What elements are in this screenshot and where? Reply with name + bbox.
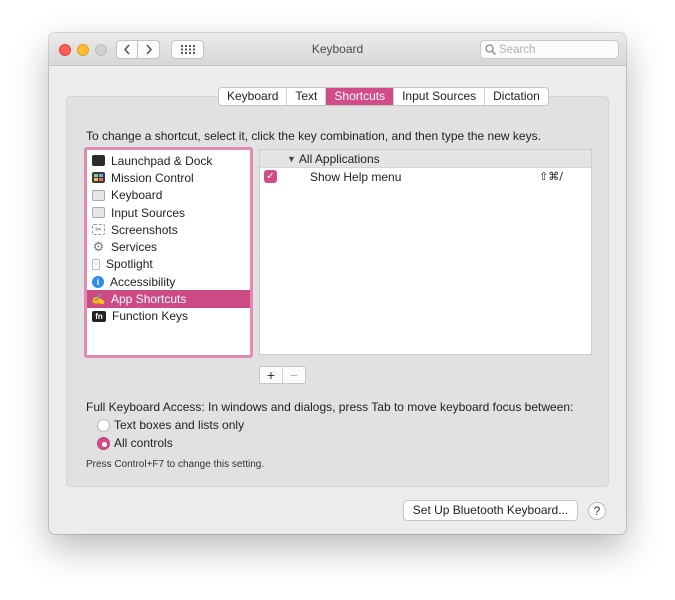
title-bar: Keyboard [49,33,626,66]
keyboard-preferences-window: Keyboard Keyboard Text [49,33,626,534]
category-spotlight[interactable]: ○ Spotlight [87,256,250,273]
shortcut-enabled-checkbox[interactable]: ✓ [264,170,277,183]
add-shortcut-button[interactable]: + [260,367,282,383]
search-icon [485,44,496,55]
category-keyboard[interactable]: Keyboard [87,187,250,204]
tab-input-sources[interactable]: Input Sources [394,88,486,105]
category-app-shortcuts[interactable]: ✍ App Shortcuts [87,290,250,308]
accessibility-icon: i [92,275,104,288]
mission-control-icon [92,172,105,184]
tab-keyboard[interactable]: Keyboard [219,88,288,105]
launchpad-dock-icon [92,155,105,167]
setup-bluetooth-keyboard-button[interactable]: Set Up Bluetooth Keyboard... [403,500,578,521]
category-label: Services [111,240,158,255]
category-label: Keyboard [111,188,163,203]
add-remove-control: + − [259,366,306,384]
tab-bar: Keyboard Text Shortcuts Input Sources Di… [218,87,549,106]
chevron-right-icon [145,44,152,55]
tab-dictation[interactable]: Dictation [485,88,548,105]
category-label: App Shortcuts [111,292,187,307]
radio-button[interactable] [97,418,110,432]
keyboard-icon [92,189,105,201]
shortcut-table[interactable]: ▼ All Applications ✓ Show Help menu ⇧⌘/ [259,149,592,355]
function-keys-icon: fn [92,310,106,322]
radio-text-boxes-lists[interactable]: Text boxes and lists only [97,418,244,432]
show-all-button[interactable] [171,40,204,59]
radio-button[interactable] [97,436,110,450]
radio-label: All controls [114,436,173,450]
category-label: Function Keys [112,309,189,324]
shortcut-keys[interactable]: ⇧⌘/ [539,170,563,183]
screenshot-icon: ✂ [92,224,105,236]
split-view-handle[interactable]: ⋮ [254,250,260,257]
grid-icon [180,45,195,54]
help-icon[interactable]: ? [588,502,606,520]
search-field[interactable] [480,40,619,59]
category-label: Spotlight [106,257,153,272]
gear-icon: ⚙ [92,239,105,255]
shortcut-row[interactable]: ✓ Show Help menu ⇧⌘/ [260,168,591,186]
category-label: Launchpad & Dock [111,153,213,168]
radio-all-controls[interactable]: All controls [97,436,173,450]
shortcut-category-list[interactable]: Launchpad & Dock Mission Control Keyboar… [84,147,253,358]
category-label: Input Sources [111,205,186,220]
instruction-text: To change a shortcut, select it, click t… [86,129,541,143]
category-accessibility[interactable]: i Accessibility [87,273,250,290]
category-services[interactable]: ⚙ Services [87,238,250,255]
category-label: Screenshots [111,222,178,237]
category-mission-control[interactable]: Mission Control [87,169,250,186]
chevron-left-icon [123,44,130,55]
shortcut-label: Show Help menu [310,170,402,184]
tab-shortcuts[interactable]: Shortcuts [326,88,395,105]
disclosure-triangle-icon[interactable]: ▼ [287,154,296,164]
category-launchpad-dock[interactable]: Launchpad & Dock [87,152,250,169]
group-label: All Applications [298,151,380,166]
tab-text[interactable]: Text [287,88,327,105]
keyboard-access-note: Press Control+F7 to change this setting. [86,459,265,470]
remove-shortcut-button[interactable]: − [282,367,305,383]
app-shortcuts-icon: ✍ [91,293,106,306]
category-function-keys[interactable]: fn Function Keys [87,308,250,325]
category-label: Mission Control [111,170,194,185]
spotlight-icon: ○ [92,258,100,270]
full-keyboard-access-label: Full Keyboard Access: In windows and dia… [86,400,574,414]
search-input[interactable] [496,43,609,56]
category-screenshots[interactable]: ✂ Screenshots [87,221,250,238]
group-row-all-applications[interactable]: ▼ All Applications [260,150,591,168]
category-input-sources[interactable]: Input Sources [87,204,250,221]
radio-label: Text boxes and lists only [114,418,245,432]
category-label: Accessibility [110,274,176,289]
forward-button[interactable] [138,40,160,59]
input-sources-icon [92,207,105,219]
back-button[interactable] [116,40,138,59]
